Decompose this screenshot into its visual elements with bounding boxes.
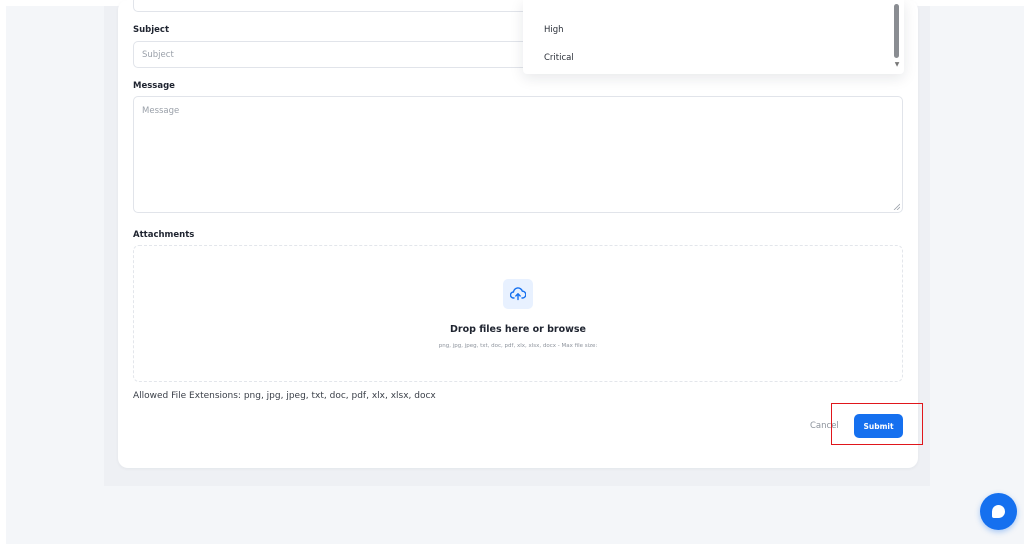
cloud-upload-icon[interactable]	[503, 279, 533, 309]
subject-label: Subject	[133, 25, 170, 35]
scroll-down-icon[interactable]: ▼	[893, 61, 901, 69]
dropdown-option-critical[interactable]: Critical	[523, 44, 888, 72]
subject-placeholder: Subject	[142, 50, 174, 60]
dropzone-hint: png, jpg, jpeg, txt, doc, pdf, xlx, xlsx…	[438, 343, 598, 349]
priority-dropdown-menu: High Critical ▼	[523, 0, 904, 74]
dropdown-scrollbar[interactable]	[894, 4, 899, 58]
resize-handle-icon[interactable]	[893, 203, 900, 210]
submit-button[interactable]: Submit	[854, 414, 903, 438]
allowed-extensions-text: Allowed File Extensions: png, jpg, jpeg,…	[133, 391, 436, 401]
message-textarea[interactable]: Message	[133, 96, 903, 213]
dropzone-title[interactable]: Drop files here or browse	[133, 324, 903, 335]
dropdown-option-high[interactable]: High	[523, 16, 888, 44]
attachments-label: Attachments	[133, 230, 195, 240]
file-dropzone[interactable]	[133, 245, 903, 382]
cancel-button[interactable]: Cancel	[810, 421, 839, 431]
chat-bubble-icon	[992, 505, 1005, 518]
message-placeholder: Message	[142, 106, 180, 116]
chat-widget-button[interactable]	[980, 493, 1017, 530]
message-label: Message	[133, 81, 175, 91]
